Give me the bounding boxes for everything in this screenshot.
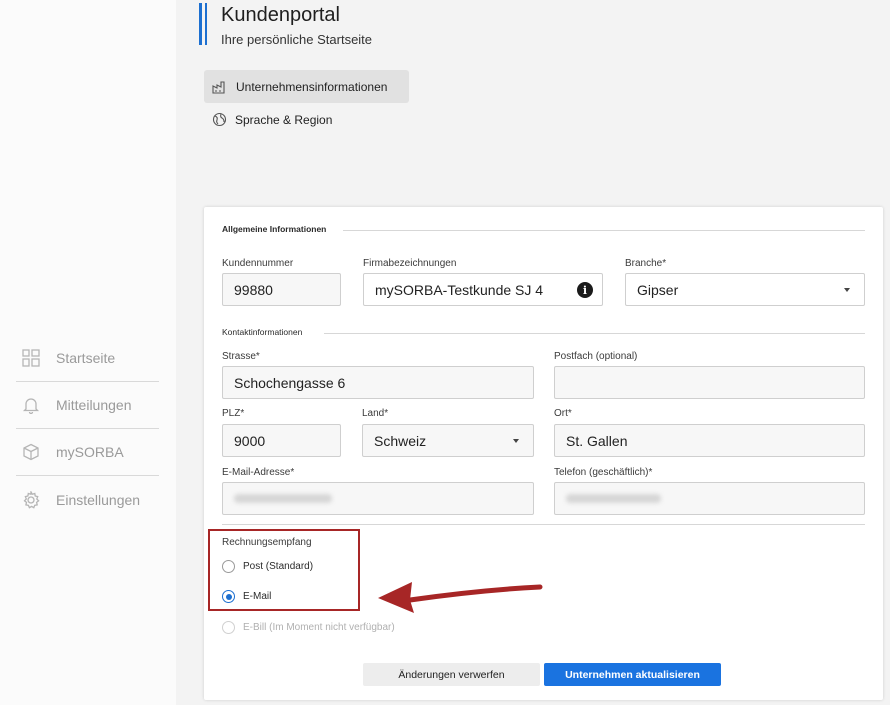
header-accent-bar: [199, 3, 202, 45]
company-info-card: Allgemeine Informationen Kundennummer 99…: [204, 207, 883, 700]
annotation-highlight-box: [208, 529, 360, 611]
redacted-email: [234, 494, 332, 503]
country-label: Land*: [362, 408, 389, 419]
industry-value: Gipser: [637, 281, 679, 298]
country-value: Schweiz: [374, 432, 427, 449]
bell-icon: [21, 395, 41, 415]
sidebar-item-label: Mitteilungen: [56, 397, 132, 413]
zip-label: PLZ*: [222, 408, 245, 419]
section-title-general: Allgemeine Informationen: [222, 224, 327, 234]
update-company-button[interactable]: Unternehmen aktualisieren: [544, 663, 721, 686]
city-field[interactable]: St. Gallen: [554, 424, 865, 457]
company-name-value: mySORBA-Testkunde SJ 4: [375, 281, 544, 298]
sidebar-item-einstellungen[interactable]: Einstellungen: [16, 476, 159, 523]
zip-field[interactable]: 9000: [222, 424, 341, 457]
pobox-label: Postfach (optional): [554, 351, 638, 362]
subnav-item-company-info[interactable]: Unternehmensinformationen: [204, 70, 409, 103]
redacted-phone: [566, 494, 661, 503]
discard-changes-button[interactable]: Änderungen verwerfen: [363, 663, 540, 686]
zip-value: 9000: [234, 432, 266, 449]
cube-icon: [21, 442, 41, 462]
sidebar-item-mitteilungen[interactable]: Mitteilungen: [16, 382, 159, 429]
customer-number-value: 99880: [234, 281, 273, 298]
phone-label: Telefon (geschäftlich)*: [554, 467, 653, 478]
industry-label: Branche*: [625, 258, 667, 269]
page-subtitle: Ihre persönliche Startseite: [221, 32, 373, 47]
email-label: E-Mail-Adresse*: [222, 467, 295, 478]
phone-field[interactable]: [554, 482, 865, 515]
pobox-field[interactable]: [554, 366, 865, 399]
section-title-contact: Kontaktinformationen: [222, 327, 303, 337]
gear-icon: [21, 490, 41, 510]
chevron-down-icon: [844, 288, 850, 292]
info-icon[interactable]: i: [577, 282, 593, 298]
subnav-item-label: Sprache & Region: [235, 112, 333, 127]
sidebar: Startseite Mitteilungen mySORBA Einstell…: [0, 0, 176, 705]
street-label: Strasse*: [222, 351, 260, 362]
sidebar-item-label: mySORBA: [56, 444, 124, 460]
radio-button: [222, 621, 235, 634]
customer-number-field: 99880: [222, 273, 341, 306]
industry-select[interactable]: Gipser: [625, 273, 865, 306]
sidebar-item-startseite[interactable]: Startseite: [16, 335, 159, 382]
header-accent-bar-thin: [205, 3, 207, 45]
chevron-down-icon: [513, 439, 519, 443]
company-name-label: Firmabezeichnungen: [363, 258, 457, 269]
globe-icon: [212, 112, 227, 127]
customer-number-label: Kundennummer: [222, 258, 294, 269]
street-field[interactable]: Schochengasse 6: [222, 366, 534, 399]
city-value: St. Gallen: [566, 432, 628, 449]
radio-label: E-Bill (Im Moment nicht verfügbar): [243, 622, 395, 633]
divider: [324, 333, 865, 334]
street-value: Schochengasse 6: [234, 374, 346, 391]
divider: [222, 524, 865, 525]
subnav-item-language-region[interactable]: Sprache & Region: [204, 103, 409, 136]
radio-billing-ebill: E-Bill (Im Moment nicht verfügbar): [222, 621, 395, 634]
country-select[interactable]: Schweiz: [362, 424, 534, 457]
divider: [343, 230, 865, 231]
page-title: Kundenportal: [221, 4, 340, 26]
annotation-arrow-icon: [378, 582, 543, 613]
city-label: Ort*: [554, 408, 572, 419]
sidebar-item-label: Einstellungen: [56, 491, 141, 508]
dashboard-icon: [21, 348, 41, 368]
subnav-item-label: Unternehmensinformationen: [236, 79, 388, 94]
sidebar-item-mysorba[interactable]: mySORBA: [16, 429, 159, 476]
factory-icon: [212, 80, 225, 94]
sidebar-item-label: Startseite: [56, 350, 116, 366]
company-name-field: mySORBA-Testkunde SJ 4 i: [363, 273, 603, 306]
settings-subnav: Unternehmensinformationen Sprache & Regi…: [204, 70, 409, 136]
email-field[interactable]: [222, 482, 534, 515]
